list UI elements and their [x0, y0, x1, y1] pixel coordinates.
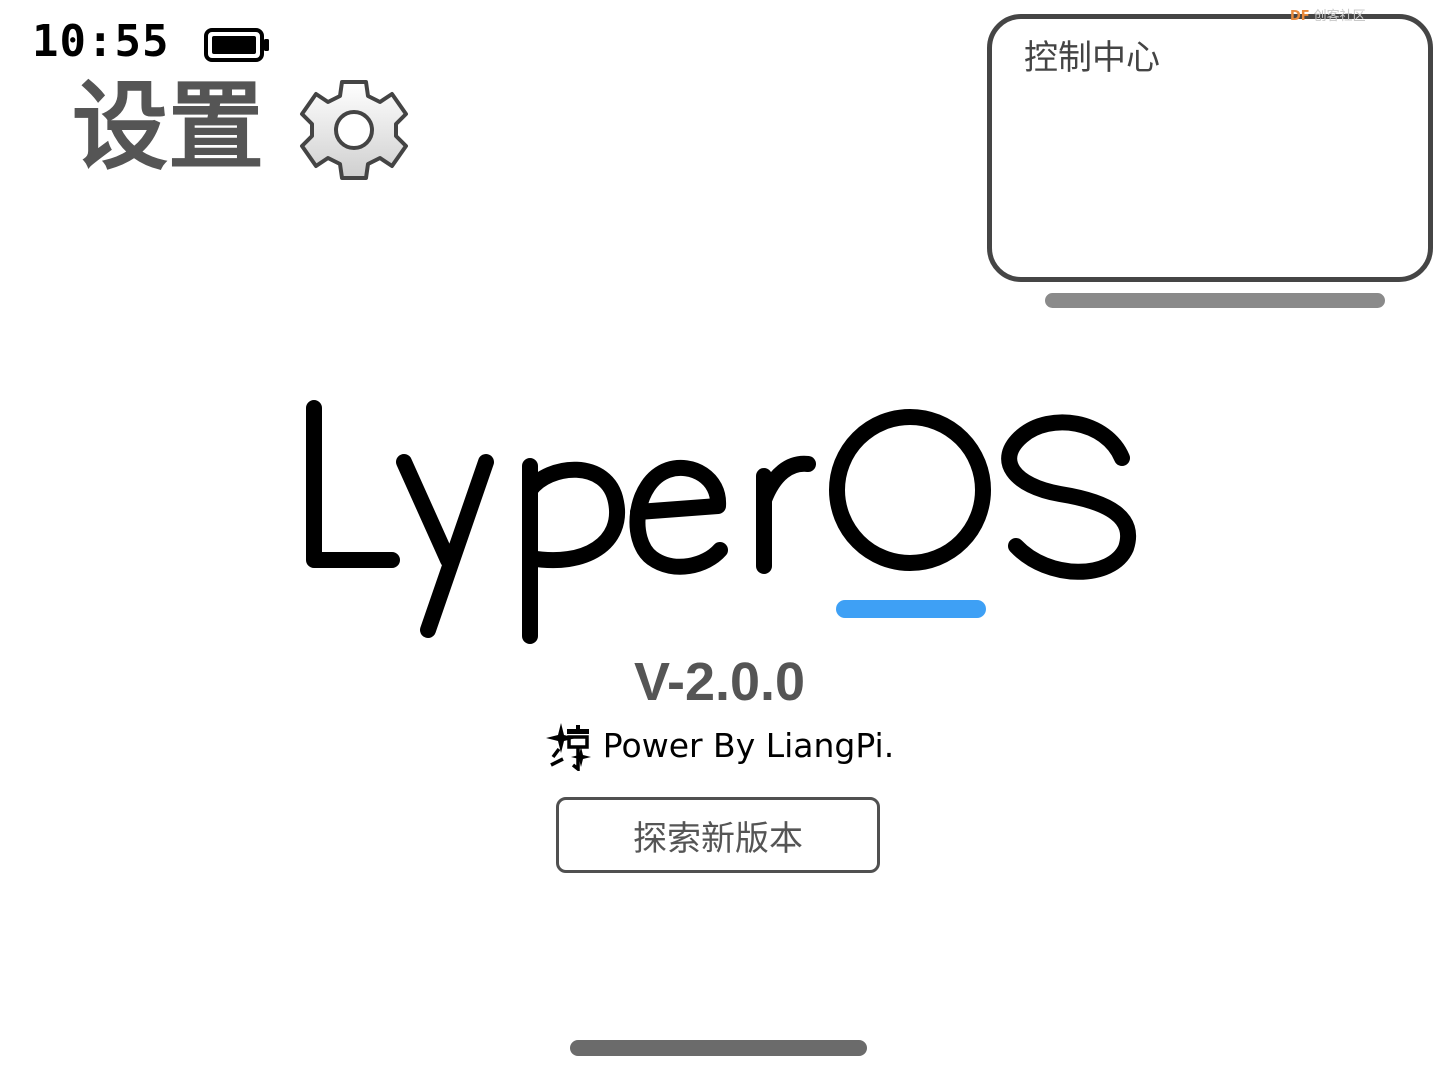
power-by-row: Power By LiangPi.	[0, 720, 1439, 772]
gear-icon[interactable]	[296, 76, 412, 184]
power-by-text: Power By LiangPi.	[602, 726, 895, 765]
logo-underline	[836, 600, 986, 618]
battery-full-icon	[204, 28, 269, 62]
control-center-card[interactable]: 控制中心	[987, 14, 1433, 282]
home-indicator[interactable]	[570, 1040, 867, 1056]
version-label: V-2.0.0	[633, 652, 806, 712]
watermark-text: 创客社区	[1313, 9, 1366, 24]
status-time: 10:55	[32, 16, 170, 67]
watermark: DF 创客社区	[1290, 8, 1430, 26]
page-title: 设置	[72, 71, 264, 183]
watermark-brand: DF	[1290, 9, 1310, 24]
explore-new-version-button[interactable]: 探索新版本	[556, 797, 880, 873]
control-center-title: 控制中心	[1024, 38, 1160, 78]
control-center-drag-handle[interactable]	[1045, 293, 1385, 308]
liangpi-badge-icon	[545, 723, 591, 771]
lyperos-logo	[306, 400, 1136, 644]
